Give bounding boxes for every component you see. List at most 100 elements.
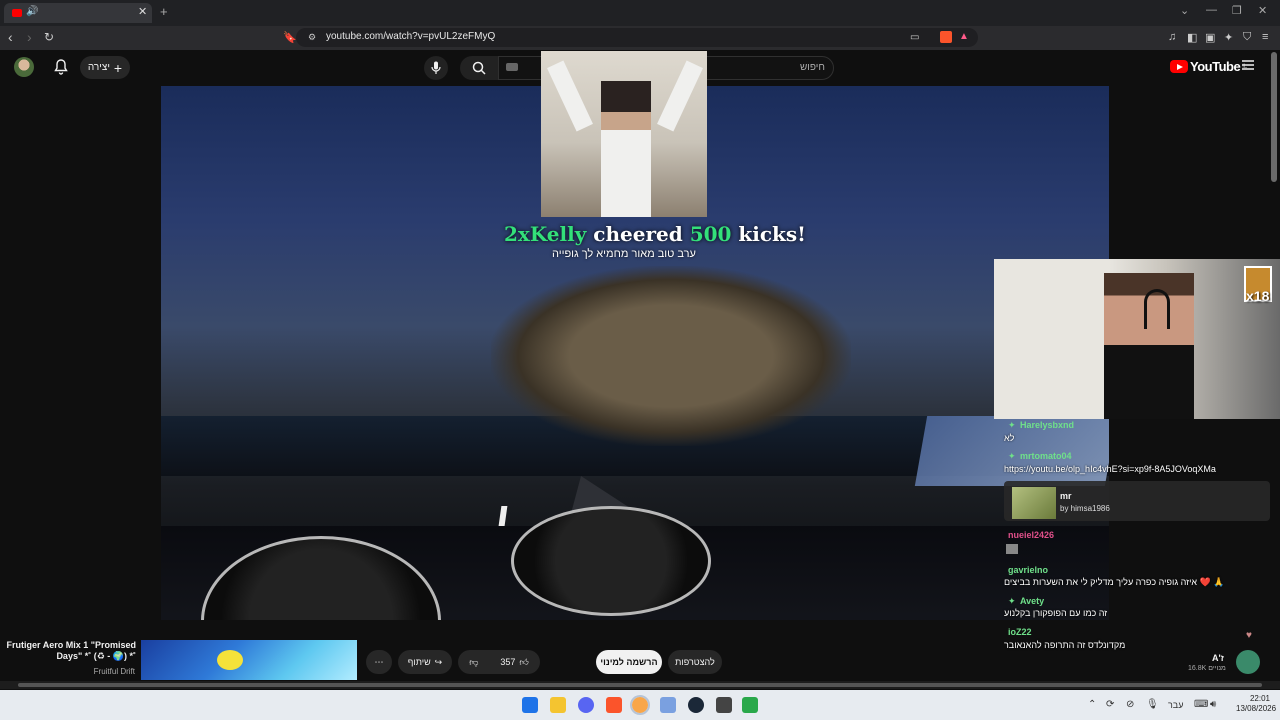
miniplayer-thumbnail[interactable] — [141, 640, 357, 680]
streamer-webcam — [994, 259, 1280, 419]
discord-icon[interactable] — [578, 697, 594, 713]
tab-list-icon[interactable]: ⌄ — [1180, 4, 1189, 17]
cheer-alert: 2xKelly cheered 500 kicks! — [504, 222, 806, 246]
url-text[interactable]: youtube.com/watch?v=pvUL2zeFMyQ — [326, 31, 495, 42]
browser-tab-bar — [0, 0, 1280, 26]
dislike-icon[interactable]: 👎︎ — [469, 657, 478, 668]
chat-user-icon: ✦ — [1008, 420, 1016, 430]
pinned-thumbnail — [1012, 487, 1056, 519]
like-dislike-group: 👎︎ 357 👍︎ — [458, 650, 540, 674]
alert-unit: kicks! — [738, 222, 806, 246]
subscribe-button[interactable]: הרשמה למינוי — [596, 650, 662, 674]
search-button[interactable] — [460, 56, 498, 80]
media-icon[interactable]: ♫ — [1168, 31, 1176, 43]
steam-icon[interactable] — [688, 697, 704, 713]
sidebar-icon[interactable]: ◧ — [1187, 31, 1197, 44]
chat-message: זה כמו עם הפופקורן בקלנוע — [1004, 608, 1108, 618]
channel-avatar[interactable] — [1236, 650, 1260, 674]
tachometer-gauge — [511, 506, 711, 616]
leo-ai-icon[interactable]: ✦ — [1224, 31, 1233, 44]
pinned-by: by himsa1986 — [1060, 504, 1110, 513]
browser-menu-icon[interactable]: ≡ — [1262, 31, 1268, 43]
account-avatar[interactable] — [14, 57, 34, 77]
scrollbar-thumb[interactable] — [18, 683, 1262, 687]
volume-icon[interactable]: 🔊︎ — [1210, 699, 1216, 710]
alert-cheered: cheered — [593, 222, 683, 246]
vertical-scrollbar[interactable] — [1271, 52, 1277, 182]
brave-rewards-icon[interactable]: ▲ — [959, 31, 971, 43]
join-label: להצטרפות — [675, 657, 715, 667]
share-label: שיתוף — [407, 657, 431, 667]
multiplier-badge-text: x18 — [1246, 288, 1270, 304]
back-icon[interactable]: ‹ — [8, 29, 13, 45]
chat-user-icon: ✦ — [1008, 451, 1016, 461]
microphone-icon — [431, 61, 441, 74]
system-clock[interactable]: 22:01 13/08/2026 — [1236, 694, 1277, 714]
miniplayer-artist[interactable]: Fruitful Drift — [60, 667, 135, 676]
tray-app-icon[interactable]: ⊘ — [1126, 699, 1134, 710]
alert-amount: 500 — [689, 222, 732, 246]
clock-date: 13/08/2026 — [1236, 704, 1277, 713]
vpn-icon[interactable]: ⛉ — [1243, 31, 1251, 44]
clock-time: 22:01 — [1249, 694, 1270, 703]
wallet-icon[interactable]: ▣ — [1205, 31, 1215, 44]
file-explorer-icon[interactable] — [550, 697, 566, 713]
guide-menu-icon[interactable] — [1242, 60, 1254, 70]
notifications-bell-icon[interactable] — [54, 59, 68, 75]
mic-tray-icon[interactable]: 🎙︎ — [1146, 699, 1159, 710]
like-icon[interactable]: 👍︎ — [519, 657, 528, 668]
brave-shields-icon[interactable] — [940, 31, 952, 43]
forward-icon[interactable]: › — [27, 29, 32, 45]
join-button[interactable]: להצטרפות — [668, 650, 722, 674]
tab-close-button[interactable]: ✕ — [138, 5, 147, 18]
speaker-icon[interactable]: 🔊 — [26, 6, 38, 17]
new-tab-button[interactable]: + — [160, 4, 168, 19]
bookmark-icon[interactable]: 🔖 — [283, 31, 297, 44]
youtube-play-icon — [1170, 60, 1188, 73]
site-settings-icon[interactable]: ⚙ — [308, 32, 316, 43]
tab-youtube[interactable]: 🔊 ✕ — [4, 3, 152, 23]
language-indicator[interactable]: עבר — [1168, 700, 1183, 710]
app-icon[interactable] — [742, 697, 758, 713]
alert-message: ערב טוב מאור מחמיא לך גופייה — [552, 248, 696, 260]
voice-search-button[interactable] — [424, 56, 448, 80]
youtube-logo-text: YouTube — [1190, 59, 1241, 74]
miniplayer-title[interactable]: Frutiger Aero Mix 1 "Promised Days" *˚ (… — [6, 640, 136, 662]
tray-overflow-icon[interactable]: ⌃ — [1088, 699, 1096, 710]
app-icon[interactable] — [660, 697, 676, 713]
emote-icon — [1006, 544, 1018, 554]
close-window-icon[interactable]: ✕ — [1258, 4, 1267, 17]
chat-message: איזה גופיה כפרה עליך מדליק לי את השערות … — [1004, 577, 1225, 587]
sync-icon[interactable]: ⟳ — [1106, 699, 1114, 710]
raised-arm-right — [657, 60, 703, 132]
chat-message: מקדונלדס זה התרופה להאנאובר — [1004, 640, 1126, 650]
chat-username: gavrielno — [1008, 565, 1049, 575]
chat-heart-icon: ♥ — [1246, 630, 1252, 641]
chat-username: mrtomato04 — [1020, 451, 1072, 461]
plus-icon: + — [113, 59, 123, 76]
cast-icon[interactable]: ▭ — [910, 32, 919, 43]
chat-message: לא — [1004, 433, 1015, 443]
channel-name[interactable]: A'ז — [1212, 653, 1224, 663]
start-icon[interactable] — [522, 697, 538, 713]
create-button[interactable]: יצירה + — [80, 56, 130, 79]
youtube-logo[interactable]: YouTube IL — [1170, 59, 1247, 74]
create-label: יצירה — [87, 62, 110, 73]
restore-icon[interactable]: ❐ — [1232, 4, 1242, 17]
alert-person-image — [601, 81, 651, 217]
streamer-alert-camera — [541, 51, 707, 217]
active-app-icon[interactable] — [630, 695, 650, 715]
network-icon[interactable]: ⌨ — [1194, 699, 1208, 710]
more-actions-button[interactable]: ⋯ — [366, 650, 392, 674]
pinned-title: mr — [1060, 491, 1072, 501]
keyboard-icon[interactable] — [506, 63, 518, 71]
brave-icon[interactable] — [606, 697, 622, 713]
chat-username: Harelysbxnd — [1020, 420, 1075, 430]
search-placeholder: חיפוש — [800, 62, 825, 73]
share-button[interactable]: שיתוף ↪ — [398, 650, 452, 674]
app-icon[interactable] — [716, 697, 732, 713]
reload-icon[interactable]: ↻ — [44, 30, 54, 44]
minimize-icon[interactable]: — — [1206, 4, 1217, 16]
like-count[interactable]: 357 — [500, 657, 515, 667]
search-icon — [472, 61, 486, 75]
